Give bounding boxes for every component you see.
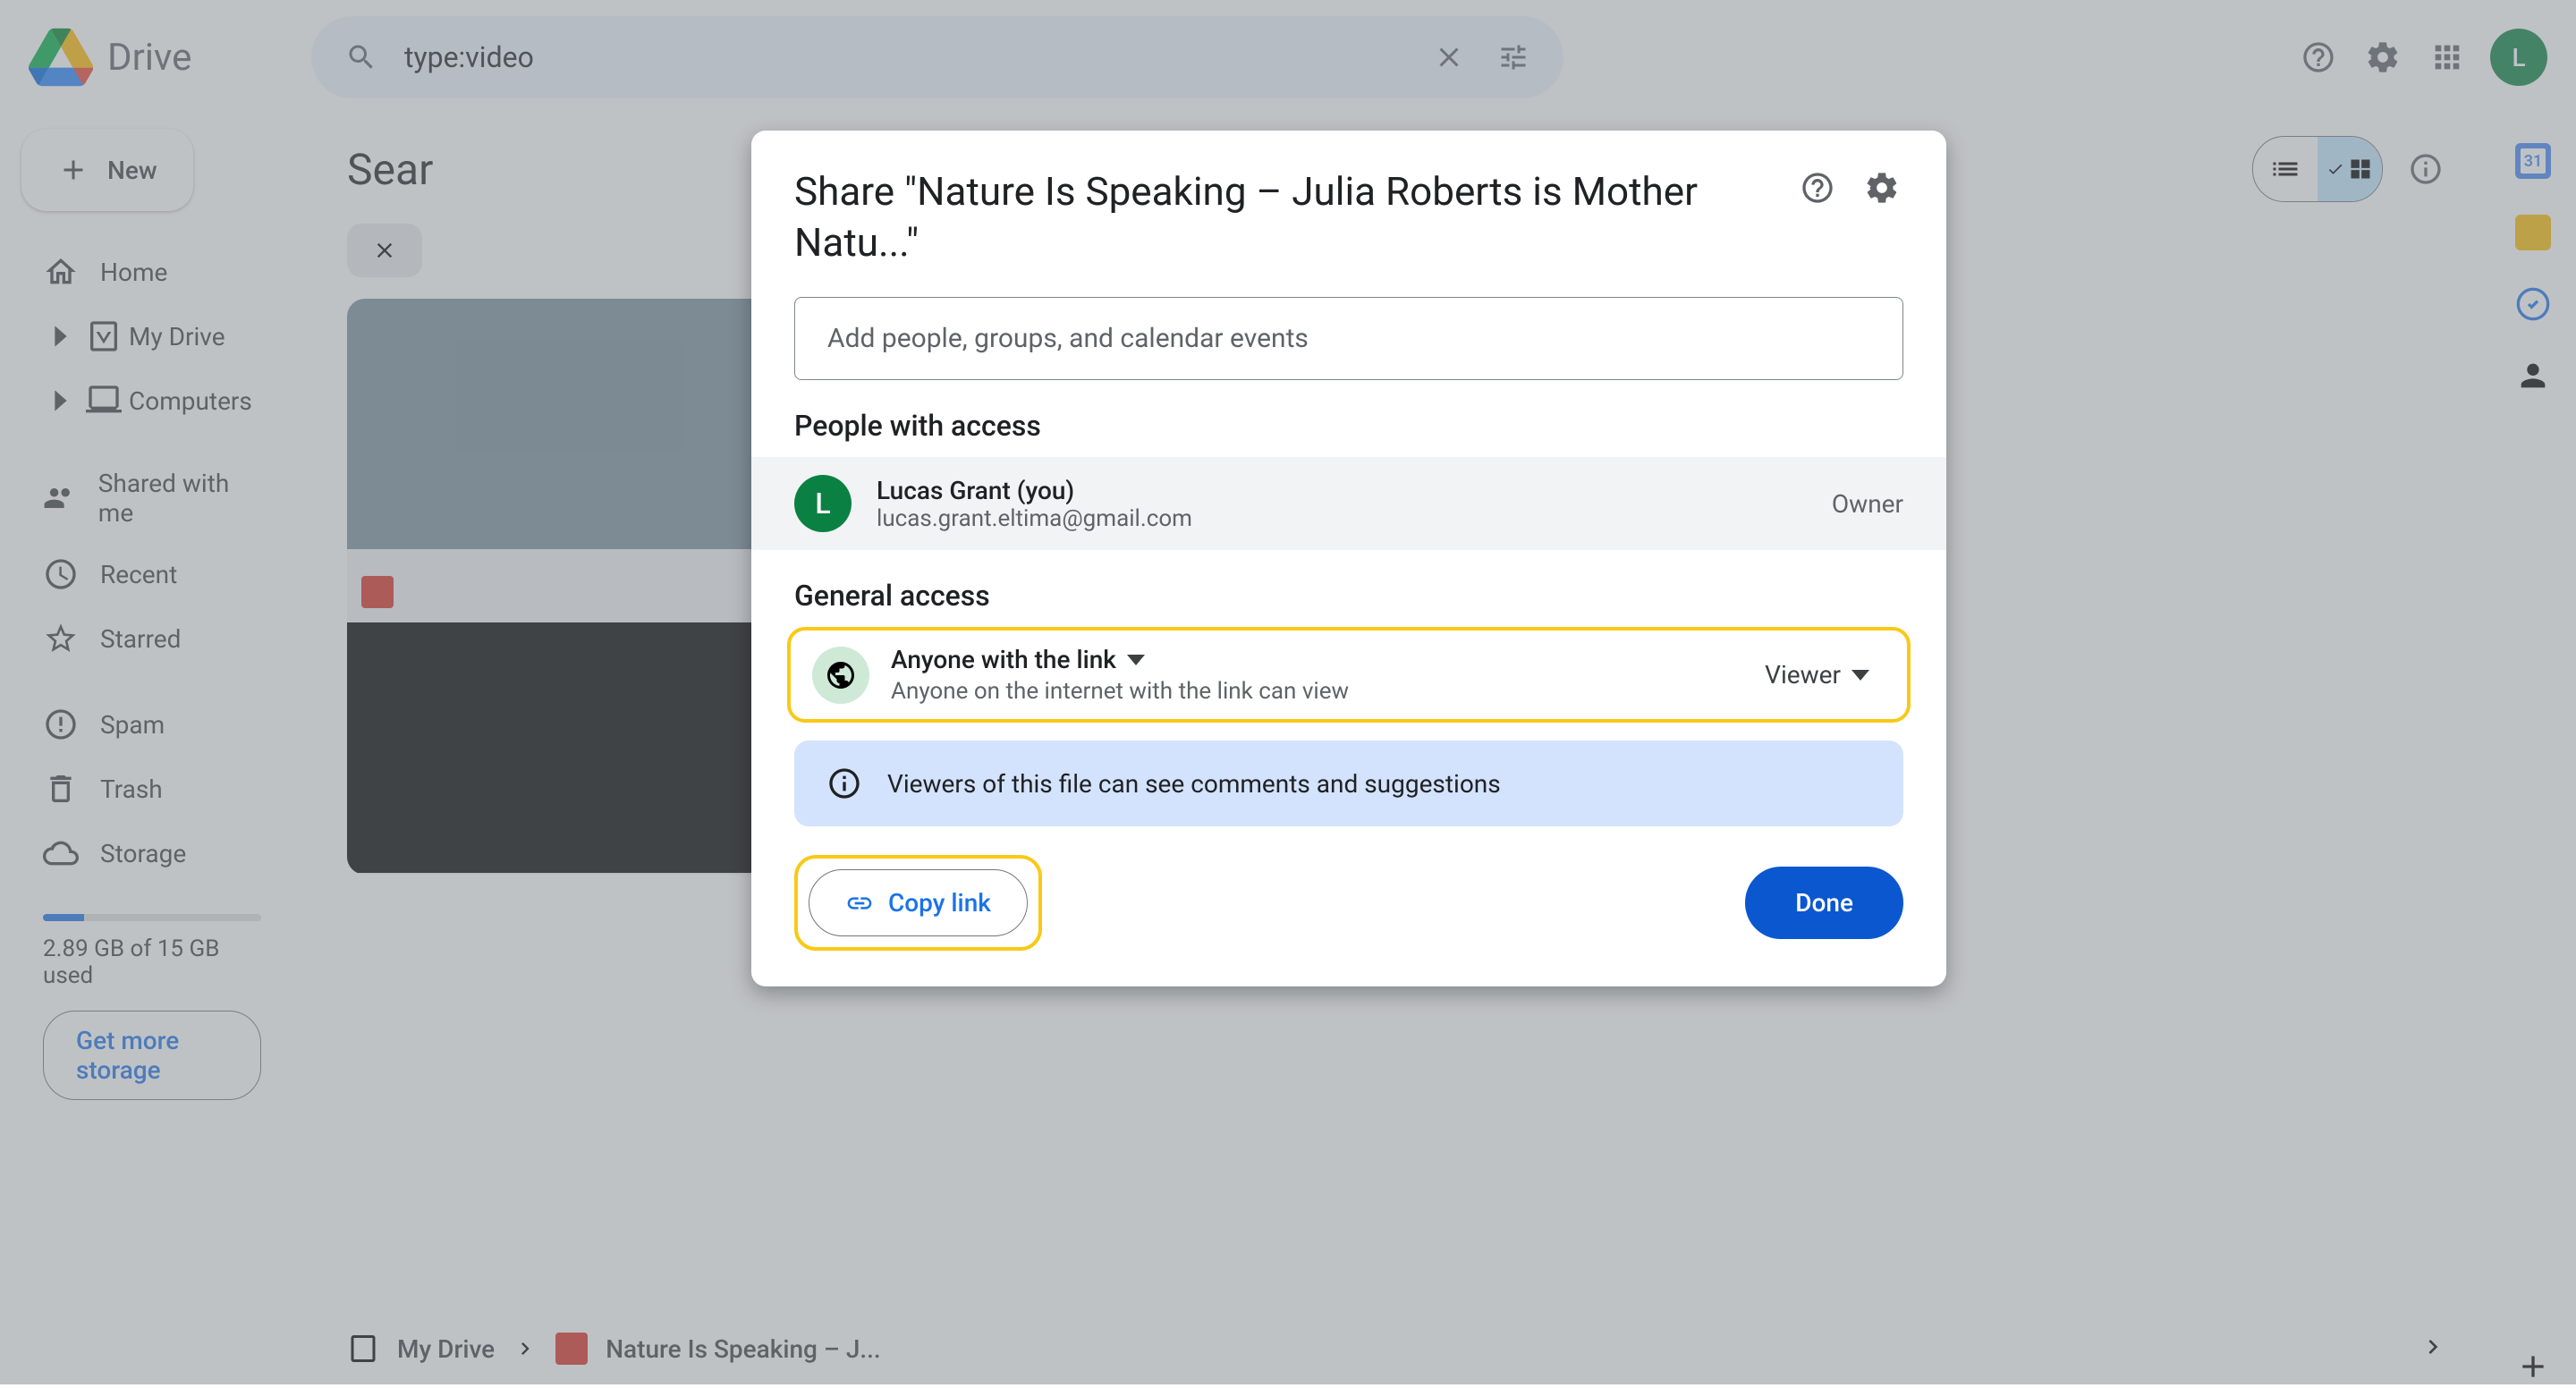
people-section-title: People with access — [751, 409, 1946, 443]
chevron-down-icon — [1852, 670, 1869, 681]
person-avatar: L — [794, 475, 852, 532]
settings-icon[interactable] — [1860, 166, 1903, 209]
globe-icon — [812, 647, 869, 704]
info-icon — [826, 766, 862, 801]
person-role: Owner — [1832, 489, 1903, 519]
add-people-input[interactable]: Add people, groups, and calendar events — [794, 297, 1903, 380]
access-info: Anyone with the link Anyone on the inter… — [891, 645, 1727, 705]
dialog-title: Share "Nature Is Speaking – Julia Robert… — [794, 166, 1775, 268]
general-access-title: General access — [751, 579, 1946, 613]
role-dropdown[interactable]: Viewer — [1749, 653, 1885, 697]
banner-text: Viewers of this file can see comments an… — [887, 769, 1501, 799]
done-button[interactable]: Done — [1745, 867, 1903, 939]
person-name: Lucas Grant (you) — [877, 476, 1807, 505]
person-email: lucas.grant.eltima@gmail.com — [877, 505, 1807, 532]
general-access-section: General access Anyone with the link Anyo… — [751, 579, 1946, 723]
dialog-header: Share "Nature Is Speaking – Julia Robert… — [751, 166, 1946, 268]
dialog-actions: Copy link Done — [751, 855, 1946, 951]
copy-link-highlight: Copy link — [794, 855, 1042, 951]
help-icon[interactable] — [1796, 166, 1839, 209]
access-description: Anyone on the internet with the link can… — [891, 678, 1727, 705]
link-icon — [845, 889, 874, 918]
person-info: Lucas Grant (you) lucas.grant.eltima@gma… — [877, 476, 1807, 532]
person-row-owner: L Lucas Grant (you) lucas.grant.eltima@g… — [751, 457, 1946, 550]
info-banner: Viewers of this file can see comments an… — [794, 741, 1903, 826]
share-dialog: Share "Nature Is Speaking – Julia Robert… — [751, 131, 1946, 986]
copy-link-button[interactable]: Copy link — [809, 869, 1028, 936]
access-mode-dropdown[interactable]: Anyone with the link — [891, 645, 1727, 674]
access-row: Anyone with the link Anyone on the inter… — [787, 627, 1911, 723]
chevron-down-icon — [1127, 655, 1145, 665]
